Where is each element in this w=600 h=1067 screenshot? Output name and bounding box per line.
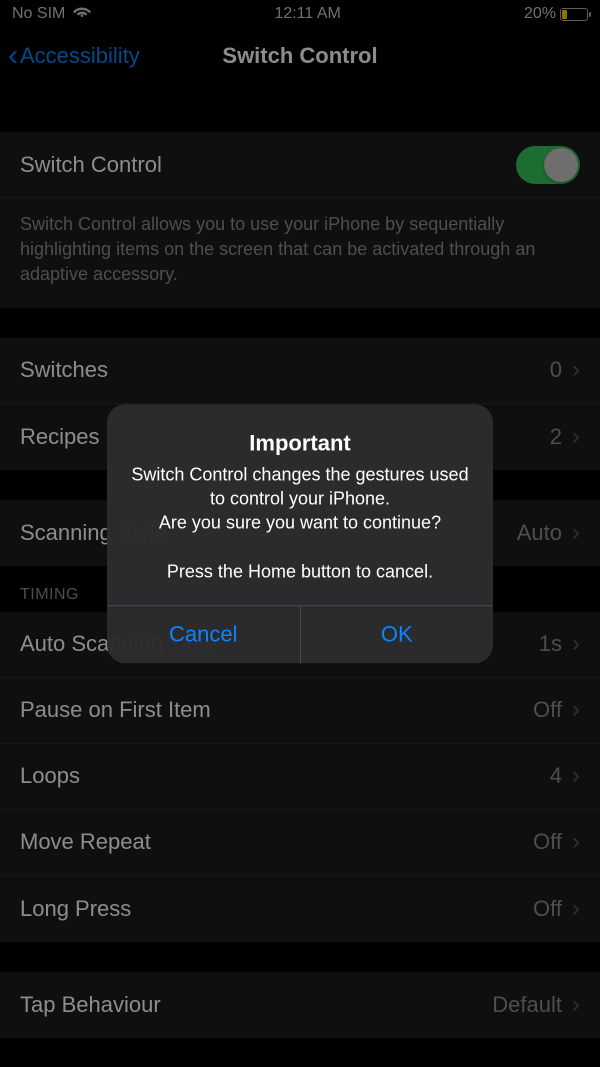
carrier-label: No SIM [12,5,65,23]
status-bar: No SIM 12:11 AM 20% [0,0,600,28]
loops-value: 4 [550,763,562,789]
back-label: Accessibility [20,43,140,69]
switch-control-row[interactable]: Switch Control [0,132,600,198]
alert-dialog: Important Switch Control changes the ges… [107,404,493,663]
chevron-right-icon: › [572,696,580,724]
clock: 12:11 AM [274,5,340,23]
switches-label: Switches [20,357,108,383]
tap-behaviour-row[interactable]: Tap Behaviour Default › [0,972,600,1038]
tap-group: Tap Behaviour Default › [0,972,600,1038]
switch-control-group: Switch Control Switch Control allows you… [0,132,600,308]
toggle-knob [544,148,578,182]
recipes-value: 2 [550,424,562,450]
scanning-style-value: Auto [517,520,562,546]
chevron-right-icon: › [572,762,580,790]
switches-value: 0 [550,357,562,383]
pause-first-item-label: Pause on First Item [20,697,211,723]
chevron-right-icon: › [572,828,580,856]
back-button[interactable]: ‹ Accessibility [8,41,140,71]
chevron-right-icon: › [572,356,580,384]
recipes-label: Recipes [20,424,99,450]
chevron-right-icon: › [572,519,580,547]
chevron-right-icon: › [572,895,580,923]
cancel-button[interactable]: Cancel [107,606,301,663]
switch-control-label: Switch Control [20,152,162,178]
move-repeat-value: Off [533,829,562,855]
long-press-label: Long Press [20,896,131,922]
pause-first-item-value: Off [533,697,562,723]
switch-control-description: Switch Control allows you to use your iP… [0,198,600,308]
long-press-row[interactable]: Long Press Off › [0,876,600,942]
battery-icon [560,8,588,21]
nav-bar: ‹ Accessibility Switch Control [0,28,600,84]
loops-row[interactable]: Loops 4 › [0,744,600,810]
page-title: Switch Control [222,43,377,69]
ok-button[interactable]: OK [301,606,494,663]
alert-message: Switch Control changes the gestures used… [129,462,471,583]
long-press-value: Off [533,896,562,922]
battery-percent: 20% [524,5,556,23]
move-repeat-label: Move Repeat [20,829,151,855]
alert-title: Important [129,430,471,456]
move-repeat-row[interactable]: Move Repeat Off › [0,810,600,876]
switch-control-toggle[interactable] [516,146,580,184]
chevron-left-icon: ‹ [8,41,18,71]
switches-row[interactable]: Switches 0 › [0,338,600,404]
chevron-right-icon: › [572,991,580,1019]
wifi-icon [73,5,91,24]
tap-behaviour-value: Default [492,992,562,1018]
tap-behaviour-label: Tap Behaviour [20,992,161,1018]
pause-first-item-row[interactable]: Pause on First Item Off › [0,678,600,744]
loops-label: Loops [20,763,80,789]
chevron-right-icon: › [572,630,580,658]
auto-scanning-time-value: 1s [539,631,562,657]
chevron-right-icon: › [572,423,580,451]
